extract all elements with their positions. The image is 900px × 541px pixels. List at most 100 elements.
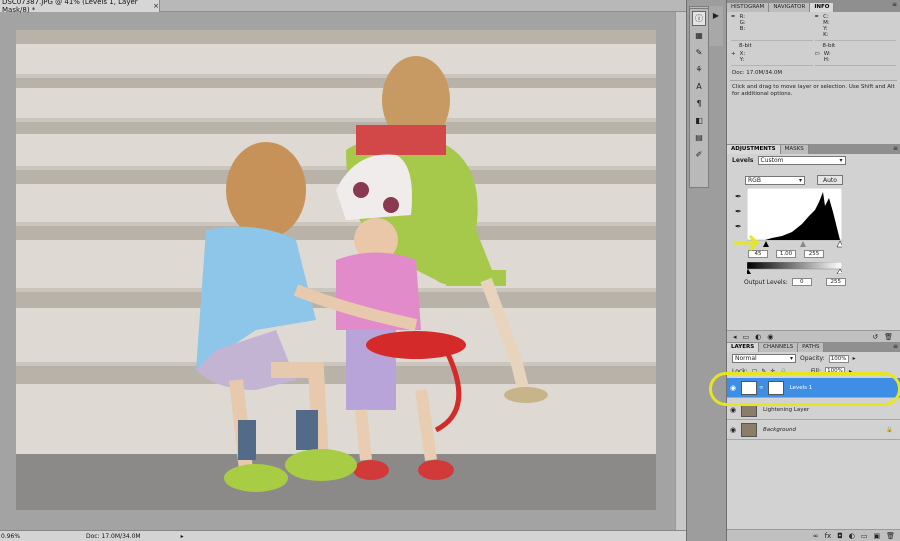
dock-group-2: ⓘ ▦ ✎ ⚘ A ¶ ◧ ▤ ✐ (689, 8, 709, 188)
opacity-field[interactable]: 100% (828, 354, 849, 363)
image-canvas[interactable] (16, 30, 656, 510)
folder-icon[interactable]: ▭ (861, 532, 868, 540)
reset-icon[interactable]: ↺ (872, 333, 878, 341)
cmyk-readout: ✒ C: M: Y: K: (814, 14, 896, 41)
gamma-input-slider (800, 241, 806, 247)
tab-histogram[interactable]: HISTOGRAM (727, 3, 770, 12)
gray-eyedropper-icon[interactable]: ✒ (735, 207, 742, 216)
layer-row-background[interactable]: ◉ Background 🔒 (727, 420, 900, 440)
link-icon[interactable]: ∞ (813, 532, 819, 540)
trash-icon[interactable]: 🗑 (886, 532, 895, 540)
swatches-icon[interactable]: ▤ (692, 130, 706, 145)
output-levels-row: Output Levels: 0 255 (739, 276, 851, 288)
bit-depth-left: 8-bit (739, 43, 752, 49)
brush-icon[interactable]: ✎ (692, 45, 706, 60)
wh-labels: W: H: (823, 51, 831, 63)
document-tab[interactable]: DSC07387.JPG @ 41% (Levels 1, Layer Mask… (0, 0, 160, 14)
doc-size: Doc: 17.0M/34.0M (86, 532, 141, 540)
white-input-slider (836, 240, 842, 248)
eyedropper-icon: ✒ (731, 14, 736, 20)
auto-button[interactable]: Auto (817, 175, 843, 185)
panels-column: HISTOGRAM NAVIGATOR INFO ≡ ✒ R: G: B: ✒ … (709, 0, 900, 541)
black-output-slider (747, 269, 751, 274)
channel-value: RGB (748, 176, 761, 184)
tab-adjustments[interactable]: ADJUSTMENTS (727, 145, 781, 154)
tab-navigator[interactable]: NAVIGATOR (769, 3, 811, 12)
info-readouts: ✒ R: G: B: ✒ C: M: Y: K: 8-bit 8-bit + X… (727, 12, 900, 68)
annotation-arrow (734, 234, 760, 252)
xy-readout: + X: Y: (731, 51, 813, 66)
tool-presets-icon[interactable]: ✐ (692, 147, 706, 162)
close-icon[interactable]: × (153, 2, 159, 10)
selection-size-icon: ▭ (814, 51, 820, 57)
visibility-icon[interactable]: ◉ (767, 333, 773, 341)
layers-footer: ∞ fx ◘ ◐ ▭ ▣ 🗑 (727, 529, 900, 541)
preset-value: Custom (760, 157, 784, 164)
white-eyedropper-icon[interactable]: ✒ (735, 222, 742, 231)
preset-dropdown[interactable]: Custom ▾ (757, 156, 846, 165)
return-to-list-icon[interactable]: ◂ (733, 333, 737, 341)
layers-panel: LAYERS CHANNELS PATHS ≡ Normal ▾ Opacity… (709, 342, 900, 541)
styles-icon[interactable]: ◧ (692, 113, 706, 128)
dock-group-1b: ▶ (709, 6, 723, 46)
input-gamma-field[interactable]: 1.00 (776, 250, 796, 258)
input-white-field[interactable]: 255 (804, 250, 824, 258)
navigator-icon[interactable]: ▦ (692, 28, 706, 43)
output-levels-label: Output Levels: (744, 278, 788, 286)
status-menu-icon[interactable]: ▸ (181, 533, 184, 540)
clone-source-icon[interactable]: ⚘ (692, 62, 706, 77)
tab-paths[interactable]: PATHS (798, 343, 825, 352)
blend-mode-value: Normal (735, 355, 757, 362)
crosshair-icon: + (731, 51, 736, 57)
layer-name: Lightening Layer (763, 406, 810, 413)
lock-icon: 🔒 (886, 426, 893, 433)
levels-header: Levels Custom ▾ (727, 154, 900, 167)
annotation-highlight (709, 372, 900, 406)
panel-menu-icon[interactable]: ≡ (893, 145, 898, 152)
eye-icon[interactable]: ◉ (727, 426, 739, 434)
divider (730, 80, 897, 81)
tab-channels[interactable]: CHANNELS (759, 343, 799, 352)
clip-to-layer-icon[interactable]: ◐ (755, 333, 761, 341)
expand-view-icon[interactable]: ▭ (743, 333, 750, 341)
output-white-field[interactable]: 255 (825, 278, 846, 286)
document-window: DSC07387.JPG @ 41% (Levels 1, Layer Mask… (0, 0, 686, 541)
rgb-labels: R: G: B: (739, 14, 746, 32)
channel-dropdown[interactable]: RGB ▾ (745, 175, 805, 185)
new-adjustment-icon[interactable]: ◐ (849, 532, 855, 540)
eyedropper-group: ✒ ✒ ✒ (735, 192, 742, 231)
adjustments-panel: ADJUSTMENTS MASKS ≡ Levels Custom ▾ RGB … (727, 144, 900, 342)
tab-info[interactable]: INFO (810, 3, 835, 12)
wh-readout: ▭ W: H: (814, 51, 896, 66)
xy-labels: X: Y: (739, 51, 746, 63)
blend-mode-dropdown[interactable]: Normal ▾ (732, 354, 796, 363)
chevron-down-icon: ▾ (789, 355, 793, 362)
add-mask-icon[interactable]: ◘ (837, 532, 843, 540)
tab-masks[interactable]: MASKS (780, 145, 809, 154)
panel-menu-icon[interactable]: ≡ (892, 1, 897, 8)
trash-icon[interactable]: 🗑 (884, 333, 893, 341)
bit-depth-right: 8-bit (822, 43, 836, 49)
layer-name: Background (763, 426, 796, 433)
panel-menu-icon[interactable]: ≡ (893, 343, 898, 350)
info-panel-icon[interactable]: ⓘ (692, 11, 706, 26)
cmyk-labels: C: M: Y: K: (823, 14, 830, 38)
new-layer-icon[interactable]: ▣ (873, 532, 880, 540)
opacity-arrow-icon[interactable]: ▸ (853, 355, 856, 362)
tab-layers[interactable]: LAYERS (727, 343, 760, 352)
zoom-level[interactable]: 0.96% (0, 533, 24, 540)
info-hint: Click and drag to move layer or selectio… (732, 84, 895, 97)
fx-icon[interactable]: fx (825, 532, 832, 540)
white-output-slider (836, 268, 842, 274)
paragraph-icon[interactable]: ¶ (692, 96, 706, 111)
layers-tabs: LAYERS CHANNELS PATHS ≡ (727, 342, 900, 352)
info-panel-tabs: HISTOGRAM NAVIGATOR INFO ≡ (727, 0, 900, 12)
output-gradient (747, 262, 842, 274)
output-black-field[interactable]: 0 (791, 278, 812, 286)
document-tab-title: DSC07387.JPG @ 41% (Levels 1, Layer Mask… (2, 0, 138, 14)
black-eyedropper-icon[interactable]: ✒ (735, 192, 742, 201)
eye-icon[interactable]: ◉ (727, 406, 739, 414)
character-icon[interactable]: A (692, 79, 706, 94)
vertical-scrollbar[interactable] (675, 12, 686, 530)
actions-icon[interactable]: ▶ (711, 8, 721, 23)
